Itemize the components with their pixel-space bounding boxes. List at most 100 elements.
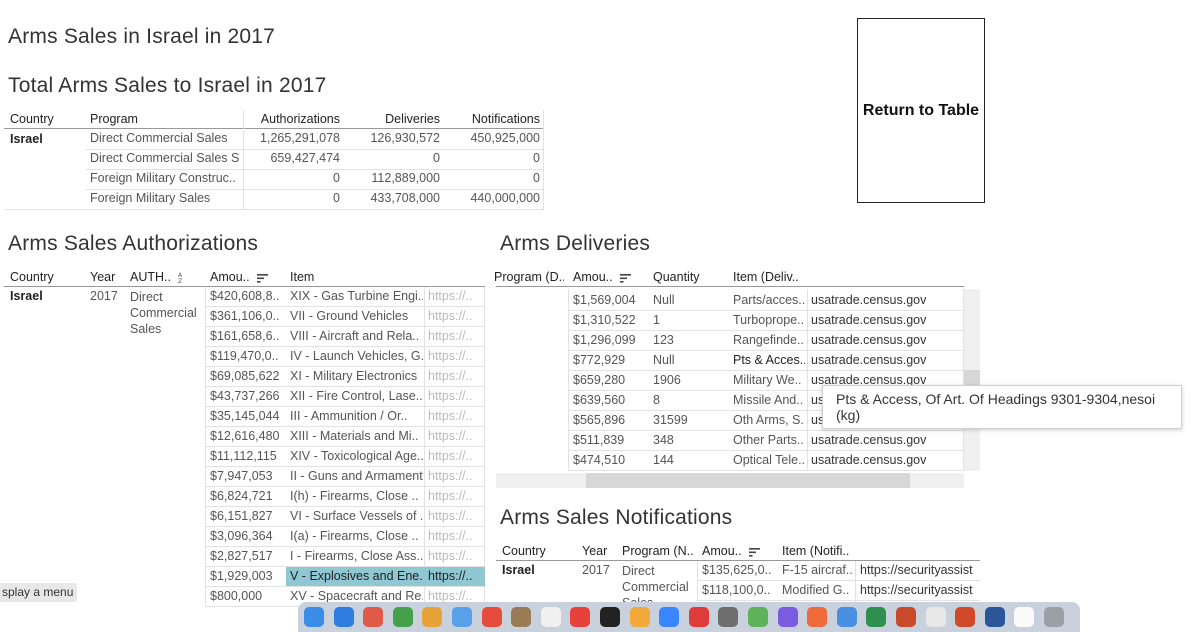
sort-descending-icon[interactable]: [749, 547, 761, 557]
deliv-item-cell[interactable]: Turboprope..: [733, 313, 805, 327]
deliv-item-cell[interactable]: Missile And..: [733, 393, 805, 407]
deliv-source-cell[interactable]: usatrade.census.gov: [811, 313, 961, 327]
notif-item-cell[interactable]: Modified G..: [782, 583, 854, 597]
deliv-source-cell[interactable]: usatrade.census.gov: [811, 293, 961, 307]
auth-link-cell[interactable]: https://..: [428, 309, 483, 323]
auth-link-cell[interactable]: https://..: [428, 349, 483, 363]
col-header-program[interactable]: Program: [90, 112, 138, 126]
auth-col-header-amount[interactable]: Amou..: [210, 270, 269, 284]
dock-app-icon[interactable]: [925, 607, 946, 627]
deliv-item-cell[interactable]: Other Parts..: [733, 433, 805, 447]
dock-app-icon[interactable]: [1014, 607, 1035, 627]
auth-link-cell[interactable]: https://..: [428, 289, 483, 303]
dock-app-icon[interactable]: [333, 607, 354, 627]
dock-app-icon[interactable]: [363, 607, 384, 627]
deliv-item-cell[interactable]: Parts/acces..: [733, 293, 805, 307]
auth-item-cell[interactable]: VI - Surface Vessels of ..: [290, 509, 423, 523]
auth-link-cell[interactable]: https://..: [428, 369, 483, 383]
auth-item-cell[interactable]: I(a) - Firearms, Close ..: [290, 529, 423, 543]
auth-col-header-country[interactable]: Country: [10, 270, 54, 284]
notif-link-cell[interactable]: https://securityassist: [860, 583, 980, 597]
dock-app-icon[interactable]: [600, 607, 620, 627]
deliv-col-header-program[interactable]: Program (D..: [494, 270, 564, 284]
notif-col-header-program[interactable]: Program (N..: [622, 544, 694, 558]
auth-item-cell[interactable]: VII - Ground Vehicles: [290, 309, 423, 323]
dock-app-icon[interactable]: [540, 607, 561, 627]
col-header-country[interactable]: Country: [10, 112, 54, 126]
dock-app-icon[interactable]: [955, 607, 976, 627]
deliv-col-header-amount[interactable]: Amou..: [573, 270, 632, 284]
deliv-source-cell[interactable]: usatrade.census.gov: [811, 333, 961, 347]
auth-link-cell[interactable]: https://..: [428, 409, 483, 423]
deliv-source-cell[interactable]: usatrade.census.gov: [811, 433, 961, 447]
deliv-item-cell[interactable]: Rangefinde..: [733, 333, 805, 347]
deliv-item-cell[interactable]: Oth Arms, S..: [733, 413, 805, 427]
dock-app-icon[interactable]: [836, 607, 857, 627]
auth-item-cell[interactable]: XII - Fire Control, Lase..: [290, 389, 423, 403]
auth-item-cell[interactable]: I - Firearms, Close Ass..: [290, 549, 423, 563]
dock-app-icon[interactable]: [807, 607, 828, 627]
col-header-notifications[interactable]: Notifications: [444, 112, 540, 126]
auth-link-cell[interactable]: https://..: [428, 469, 483, 483]
notif-item-cell[interactable]: F-15 aircraf..: [782, 563, 854, 577]
deliv-col-header-quantity[interactable]: Quantity: [653, 270, 700, 284]
auth-item-cell[interactable]: III - Ammunition / Or..: [290, 409, 423, 423]
auth-col-header-item[interactable]: Item: [290, 270, 314, 284]
auth-item-cell[interactable]: XIX - Gas Turbine Engi..: [290, 289, 423, 303]
auth-link-cell[interactable]: https://..: [428, 389, 483, 403]
dock-app-icon[interactable]: [659, 607, 680, 627]
auth-item-cell[interactable]: V - Explosives and Ene..: [290, 569, 423, 583]
auth-link-cell[interactable]: https://..: [428, 529, 483, 543]
dock-app-icon[interactable]: [452, 607, 472, 627]
auth-link-cell[interactable]: https://..: [428, 549, 483, 563]
notif-col-header-country[interactable]: Country: [502, 544, 546, 558]
auth-link-cell[interactable]: https://..: [428, 569, 483, 583]
dock-app-icon[interactable]: [481, 607, 502, 627]
dock-app-icon[interactable]: [777, 607, 798, 627]
deliv-item-cell[interactable]: Military We..: [733, 373, 805, 387]
auth-item-cell[interactable]: XIII - Materials and Mi..: [290, 429, 423, 443]
col-header-authorizations[interactable]: Authorizations: [244, 112, 340, 126]
dock-app-icon[interactable]: [570, 607, 591, 627]
auth-link-cell[interactable]: https://..: [428, 429, 483, 443]
col-header-deliveries[interactable]: Deliveries: [344, 112, 440, 126]
notif-link-cell[interactable]: https://securityassist: [860, 563, 980, 577]
dock-app-icon[interactable]: [866, 607, 887, 627]
dock-app-icon[interactable]: [896, 607, 916, 627]
dock-app-icon[interactable]: [688, 607, 709, 627]
sort-descending-icon[interactable]: [257, 273, 269, 283]
notif-col-header-item[interactable]: Item (Notifi..: [782, 544, 849, 558]
auth-link-cell[interactable]: https://..: [428, 489, 483, 503]
auth-item-cell[interactable]: I(h) - Firearms, Close ..: [290, 489, 423, 503]
auth-item-cell[interactable]: VIII - Aircraft and Rela..: [290, 329, 423, 343]
auth-item-cell[interactable]: II - Guns and Armament: [290, 469, 423, 483]
dock-app-icon[interactable]: [984, 607, 1005, 627]
deliv-col-header-item[interactable]: Item (Deliv..: [733, 270, 799, 284]
dock-app-icon[interactable]: [1044, 607, 1064, 627]
notif-col-header-amount[interactable]: Amou..: [702, 544, 761, 558]
deliveries-horizontal-scroll-thumb[interactable]: [586, 473, 910, 488]
dock-app-icon[interactable]: [748, 607, 768, 627]
auth-item-cell[interactable]: XV - Spacecraft and Re..: [290, 589, 423, 603]
dock-app-icon[interactable]: [392, 607, 413, 627]
auth-item-cell[interactable]: XI - Military Electronics: [290, 369, 423, 383]
auth-item-cell[interactable]: XIV - Toxicological Age..: [290, 449, 423, 463]
auth-item-cell[interactable]: IV - Launch Vehicles, G..: [290, 349, 423, 363]
auth-link-cell[interactable]: https://..: [428, 449, 483, 463]
dock-app-icon[interactable]: [718, 607, 739, 627]
sort-az-icon[interactable]: A Z: [178, 272, 186, 284]
return-to-table-button[interactable]: Return to Table: [857, 18, 985, 203]
auth-link-cell[interactable]: https://..: [428, 329, 483, 343]
notif-col-header-year[interactable]: Year: [582, 544, 607, 558]
auth-col-header-year[interactable]: Year: [90, 270, 115, 284]
deliv-item-cell[interactable]: Optical Tele..: [733, 453, 805, 467]
auth-link-cell[interactable]: https://..: [428, 509, 483, 523]
dock-app-icon[interactable]: [511, 607, 532, 627]
auth-col-header-auth[interactable]: AUTH.. A Z: [130, 270, 186, 284]
auth-link-cell[interactable]: https://..: [428, 589, 483, 603]
dock-app-icon[interactable]: [422, 607, 443, 627]
sort-descending-icon[interactable]: [620, 273, 632, 283]
deliv-source-cell[interactable]: usatrade.census.gov: [811, 453, 961, 467]
dock-app-icon[interactable]: [304, 607, 324, 627]
dock-app-icon[interactable]: [629, 607, 650, 627]
